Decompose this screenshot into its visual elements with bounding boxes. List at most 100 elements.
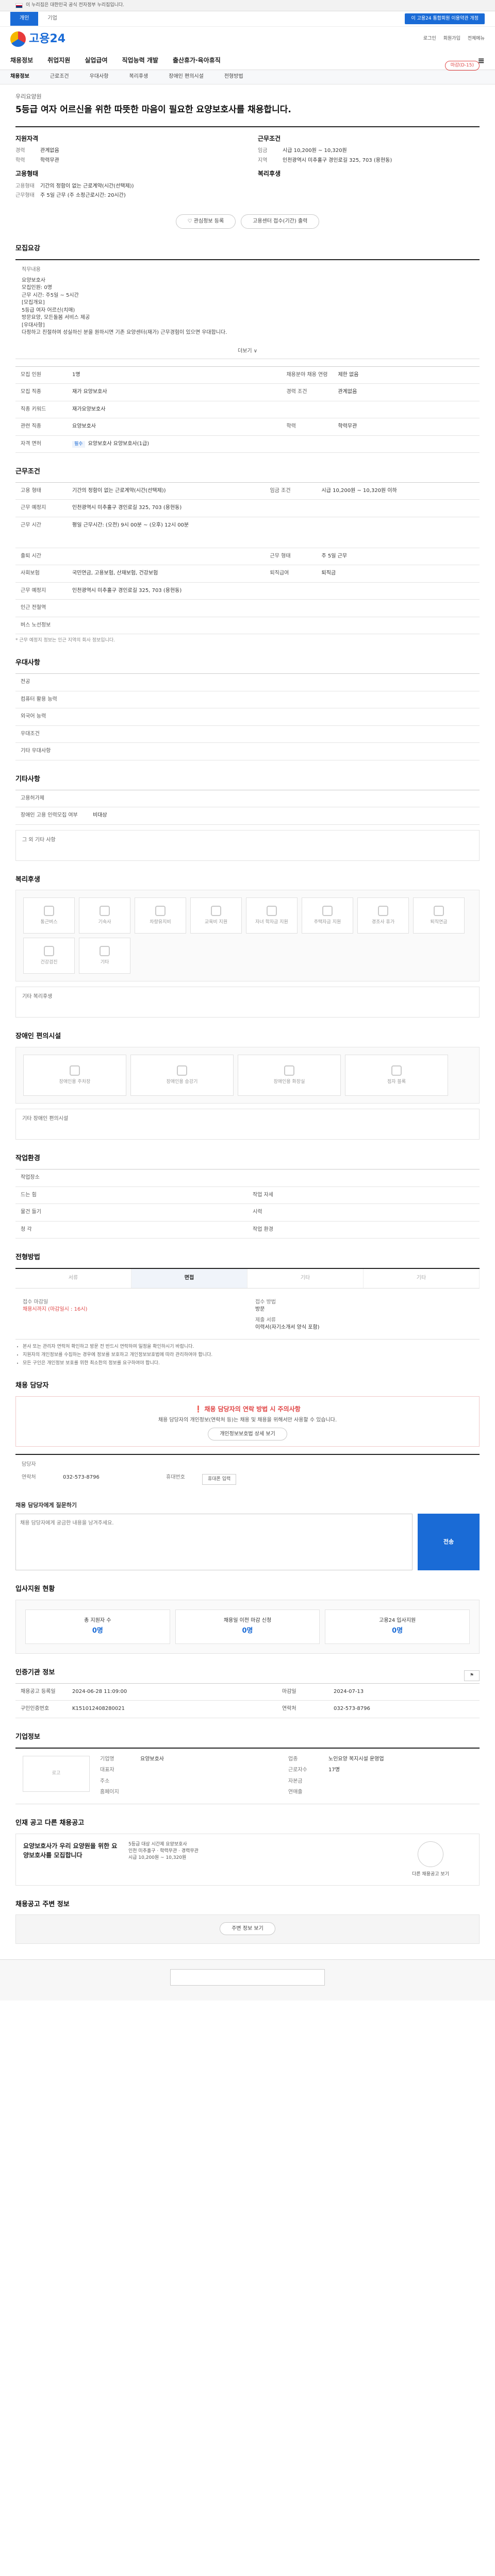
facility-item: 점자 블록	[345, 1055, 448, 1096]
dormitory-icon	[100, 905, 110, 916]
kv-value: 기간의 정함이 없는 근로계약(시간(선택제))	[40, 183, 134, 189]
table-row: 근무 예정지 인천광역시 미추홀구 경인로길 325, 703 (용현동)	[15, 499, 480, 517]
report-button[interactable]: ⚑	[464, 1670, 480, 1681]
row-label: 연락처	[277, 1700, 329, 1718]
row-label: 인근 전철역	[15, 599, 67, 617]
row-value	[67, 673, 480, 691]
question-input[interactable]	[15, 1513, 412, 1570]
parking-icon	[70, 1065, 80, 1076]
recommend-details: 5등급 대상 시간제 요양보호사 인천 미추홀구 · 학력무관 · 경력무관 시…	[128, 1841, 382, 1878]
job-summary: 지원자격 경력 관계없음 학력 학력무관 고용형태 고용형태 기간의 정함이 없는 근…	[15, 126, 480, 202]
kv-value: 주 5일 근무 (주 소정근로시간: 20시간)	[40, 193, 126, 199]
row-label: 사회보험	[15, 565, 67, 583]
nav-item-benefit[interactable]: 실업급여	[85, 56, 107, 65]
mobile-input-button[interactable]: 휴대폰 입력	[202, 1473, 237, 1485]
row-value: 1명	[67, 366, 282, 384]
selection-notes: 본사 또는 관리자 연락처 확인하고 방문 전 반드시 연락하여 일정을 확인하…	[15, 1344, 480, 1367]
send-button[interactable]: 전송	[418, 1513, 480, 1570]
registration-table: 채용공고 등록일 2024-06-28 11:09:00 마감일 2024-07-13…	[15, 1683, 480, 1718]
all-menu-button[interactable]: 전체메뉴	[468, 36, 485, 42]
kv-value: 노인요양 복지시설 운영업	[328, 1756, 384, 1762]
desc-line: [우대사항]	[22, 322, 45, 328]
apply-method-value: 방문	[255, 1307, 265, 1313]
signup-button[interactable]: 회원가입	[443, 36, 460, 42]
nav-item-jobs[interactable]: 채용정보	[10, 56, 33, 65]
row-value: 2024-07-13	[328, 1683, 480, 1701]
table-row: 기타 우대사항	[15, 742, 480, 760]
braille-block-icon	[391, 1065, 402, 1076]
etc-other-label: 그 외 기타 사항	[22, 837, 56, 843]
site-header: 고용24 로그인 회원가입 전체메뉴	[0, 27, 495, 52]
facility-section: 장애인 편의시설 장애인용 주차장 장애인용 승강기 장애인용 화장실 점자 블…	[15, 1032, 480, 1140]
welfare-label: 건강검진	[40, 959, 58, 965]
notice-link[interactable]: 이 고용24 통합회원 이용약관 개정	[405, 13, 485, 25]
row-value	[88, 789, 480, 808]
kv-key: 근로자수	[288, 1767, 307, 1773]
elevator-icon	[177, 1065, 187, 1076]
row-label: 근무 예정지	[15, 582, 67, 600]
row-label: 구인인증번호	[15, 1700, 67, 1718]
section-tab-welf[interactable]: 복리후생	[129, 73, 148, 81]
section-title: 근무조건	[15, 468, 40, 476]
phone-value: 032-573-8796	[63, 1474, 100, 1480]
tab-personal[interactable]: 개인	[10, 12, 39, 26]
company-avatar-icon	[418, 1841, 443, 1867]
table-row: 버스 노선정보	[15, 617, 480, 635]
education-icon	[211, 905, 221, 916]
stat-label: 고용24 입사지원	[379, 1617, 416, 1623]
privacy-alert: ❗ 채용 담당자의 연락 방법 시 주의사항 채용 담당자의 개인정보(연락처 …	[15, 1396, 480, 1447]
row-label: 청 각	[15, 1221, 67, 1239]
registration-section: 인증기관 정보 ⚑ 채용공고 등록일 2024-06-28 11:09:00 마감일 2…	[15, 1668, 480, 1718]
section-title: 기업정보	[15, 1733, 40, 1741]
login-button[interactable]: 로그인	[423, 36, 436, 42]
row-label: 직종 키워드	[15, 401, 67, 418]
tab-company[interactable]: 기업	[38, 12, 66, 26]
page-title: 5등급 여자 어르신을 위한 따뜻한 마음이 필요한 요양보호사를 채용합니다.	[15, 104, 291, 115]
gov-banner: 이 누리집은 대한민국 공식 전자정부 누리집입니다.	[0, 0, 495, 11]
section-tab-cond[interactable]: 근로조건	[50, 73, 69, 81]
desc-line: 요양보호사	[22, 277, 45, 283]
kv-value: 17명	[328, 1767, 340, 1773]
etc-icon	[100, 945, 110, 956]
stat-card: 총 지원자 수 0명	[25, 1609, 170, 1644]
privacy-detail-button[interactable]: 개인정보보호법 상세 보기	[208, 1427, 287, 1440]
print-button[interactable]: 고용센터 접수(기간) 출력	[241, 214, 320, 229]
table-row: 사회보험 국민연금, 고용보험, 산재보험, 건강보험 퇴직급여 퇴직금	[15, 565, 480, 583]
table-row: 작업장소	[15, 1169, 480, 1187]
table-row: 인근 전철역	[15, 599, 480, 617]
logo[interactable]: 고용24	[10, 31, 65, 47]
welfare-label: 교육비 지원	[204, 919, 228, 925]
scrap-label: 관심정보 등록	[193, 218, 224, 224]
section-title: 우대사항	[15, 659, 40, 667]
field-label: 접수 방법	[255, 1299, 276, 1305]
nav-item-leave[interactable]: 출산휴가·육아휴직	[173, 56, 221, 65]
row-value	[299, 1187, 480, 1205]
section-tab-pref[interactable]: 우대사항	[90, 73, 109, 81]
scrap-button[interactable]: ♡ 관심정보 등록	[175, 214, 236, 229]
nav-item-support[interactable]: 취업지원	[47, 56, 70, 65]
scholarship-icon	[267, 905, 277, 916]
more-button[interactable]: 더보기 ∨	[15, 348, 480, 355]
stat-label: 총 지원자 수	[84, 1617, 111, 1623]
section-tab-sel[interactable]: 전형방법	[224, 73, 243, 81]
field-label: 직무내용	[22, 267, 41, 273]
row-label: 컴퓨터 활용 능력	[15, 691, 67, 709]
table-row: 근무 예정지 인천광역시 미추홀구 경인로길 325, 703 (용현동)	[15, 582, 480, 600]
row-value: 주 5일 근무	[316, 548, 480, 566]
field-label: 접수 마감일	[23, 1299, 48, 1305]
stat-label: 채용일 이전 마감 신청	[223, 1617, 272, 1623]
section-tab-recruit[interactable]: 채용정보	[10, 73, 29, 81]
nav-item-training[interactable]: 직업능력 개발	[122, 56, 158, 65]
recommend-link[interactable]: 다른 채용공고 보기	[412, 1871, 449, 1878]
row-value	[67, 708, 480, 726]
flag-icon	[15, 3, 23, 8]
row-value: 기간의 정함이 없는 근로계약(시간(선택제))	[67, 482, 265, 500]
nearby-button[interactable]: 주변 정보 보기	[220, 1922, 275, 1936]
section-title: 기타사항	[15, 775, 40, 783]
table-row: 고용허가제	[15, 789, 480, 808]
recommend-card[interactable]: 요양보호사가 우리 요양원을 위한 요양보호사를 모집합니다 5등급 대상 시간…	[15, 1833, 480, 1886]
row-value: 평일 근무시간: (오전) 9시 00분 ~ (오후) 12시 00분	[67, 517, 480, 548]
section-tab-fac[interactable]: 장애인 편의시설	[169, 73, 204, 81]
kv-key: 연락처	[22, 1474, 36, 1480]
row-value: 인천광역시 미추홀구 경인로길 325, 703 (용현동)	[67, 582, 480, 600]
